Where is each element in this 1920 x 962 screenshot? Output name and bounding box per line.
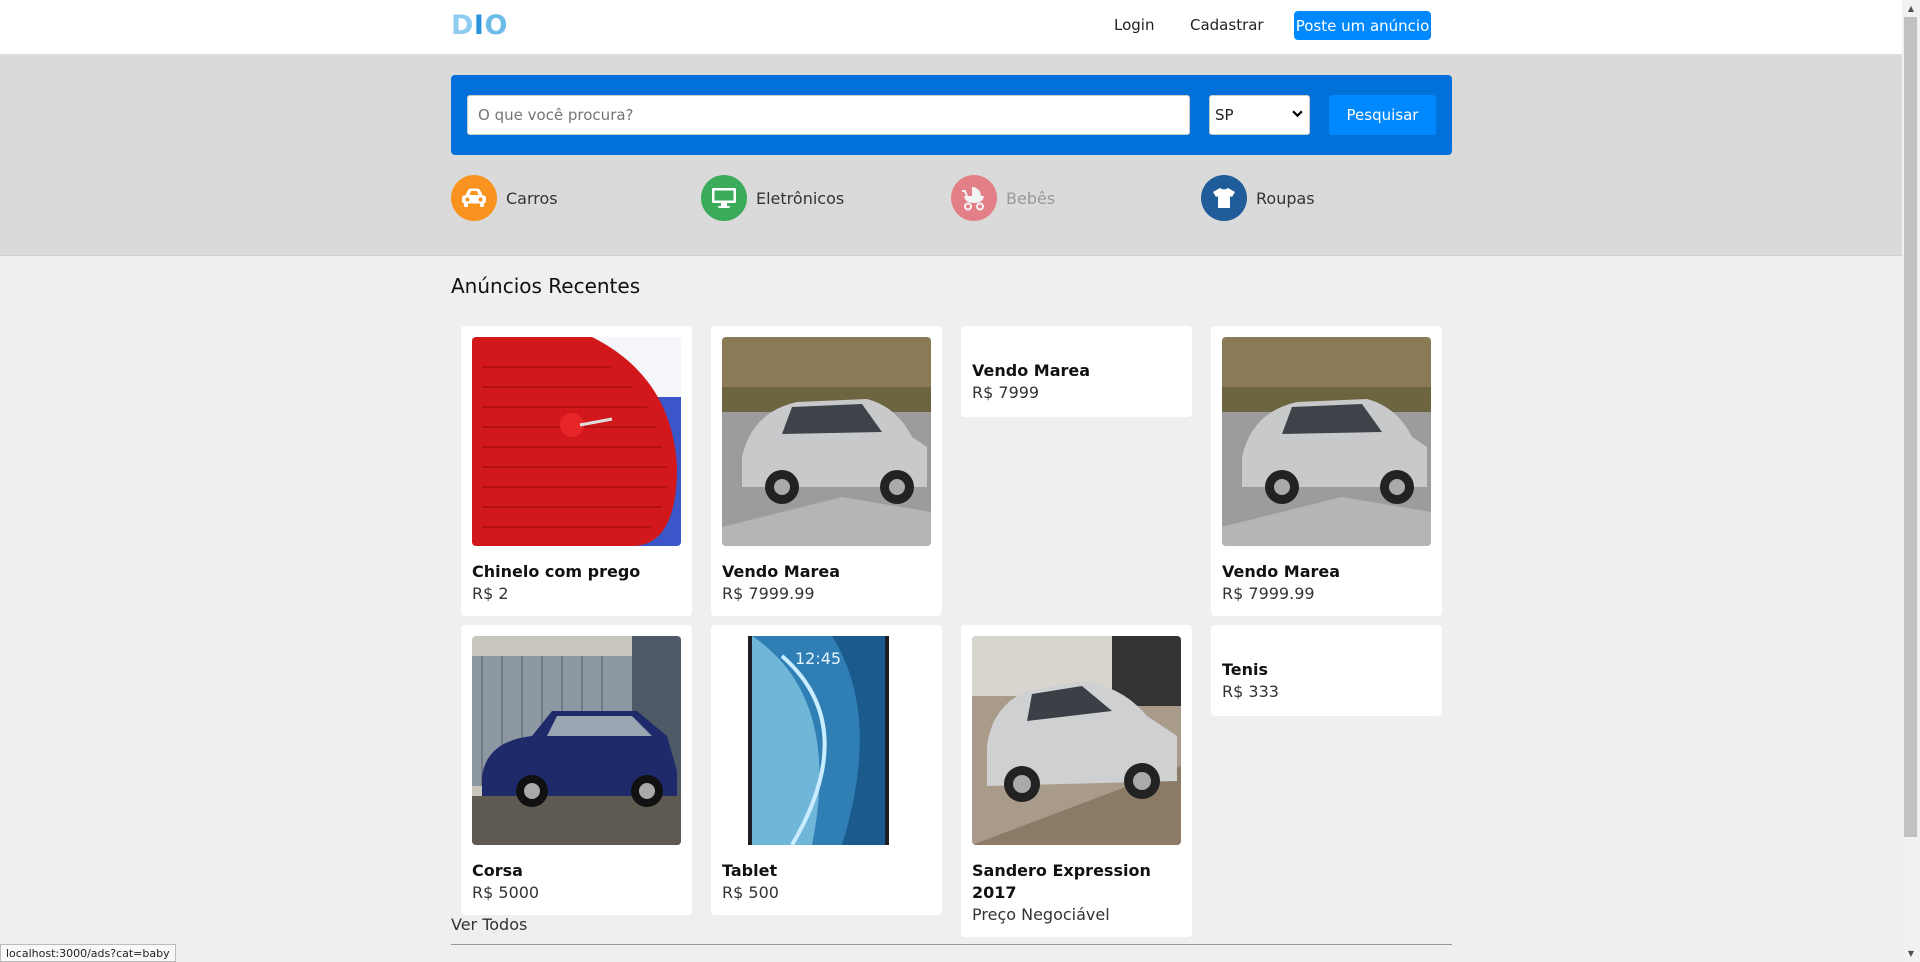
state-select-value: SP (1215, 106, 1234, 124)
ad-card[interactable]: 12:45 Tablet R$ 500 (711, 625, 942, 915)
category-label: Carros (506, 188, 558, 208)
category-babies[interactable]: Bebês (951, 175, 1055, 221)
stroller-icon (951, 175, 997, 221)
see-all-link[interactable]: Ver Todos (451, 915, 527, 934)
scroll-down-arrow-icon[interactable]: ▼ (1902, 945, 1920, 962)
category-label: Eletrônicos (756, 188, 845, 208)
ad-card[interactable]: Vendo Marea R$ 7999.99 (711, 326, 942, 616)
shirt-icon (1201, 175, 1247, 221)
chevron-down-icon (1292, 107, 1303, 123)
ad-title: Tenis (1222, 660, 1269, 679)
ad-card[interactable]: Vendo Marea R$ 7999.99 (1211, 326, 1442, 616)
ad-card[interactable]: Vendo Marea R$ 7999 (961, 326, 1192, 417)
ad-title: Tablet (722, 861, 778, 880)
logo-letter-o: O (484, 10, 508, 41)
category-clothes[interactable]: Roupas (1201, 175, 1315, 221)
svg-text:12:45: 12:45 (795, 649, 841, 668)
signup-link[interactable]: Cadastrar (1190, 16, 1264, 34)
divider (451, 944, 1452, 945)
ad-price: Preço Negociável (972, 905, 1110, 924)
ad-price: R$ 7999.99 (1222, 584, 1315, 603)
state-select[interactable]: SP (1209, 95, 1310, 135)
ad-title: Vendo Marea (972, 361, 1091, 380)
ad-image (722, 337, 931, 546)
logo[interactable]: DIO (451, 10, 508, 41)
monitor-icon (701, 175, 747, 221)
top-header: DIO Login Cadastrar Poste um anúncio (0, 0, 1902, 55)
logo-letter-d: D (451, 10, 474, 41)
search-box: SP Pesquisar (451, 75, 1452, 155)
vertical-scrollbar[interactable]: ▲ ▼ (1902, 0, 1920, 962)
ad-title: Corsa (472, 861, 523, 880)
ad-price: R$ 2 (472, 584, 509, 603)
category-label: Bebês (1006, 188, 1056, 208)
ad-price: R$ 5000 (472, 883, 540, 902)
ad-price: R$ 333 (1222, 682, 1279, 701)
ad-title: Vendo Marea (1222, 562, 1341, 581)
ad-price: R$ 7999 (972, 383, 1040, 402)
scrollbar-thumb[interactable] (1904, 17, 1917, 837)
ad-title: Chinelo com prego (472, 562, 641, 581)
search-input[interactable] (467, 95, 1190, 135)
post-ad-button[interactable]: Poste um anúncio (1294, 11, 1431, 40)
ad-price: R$ 500 (722, 883, 779, 902)
search-button[interactable]: Pesquisar (1329, 95, 1436, 135)
ad-title: Sandero Expression 2017 (972, 861, 1151, 902)
ad-image (472, 636, 681, 845)
ad-image (972, 636, 1181, 845)
ad-image (1222, 337, 1431, 546)
ad-title: Vendo Marea (722, 562, 841, 581)
ad-card[interactable]: Corsa R$ 5000 (461, 625, 692, 915)
search-section: SP Pesquisar Carros (0, 55, 1902, 256)
category-cars[interactable]: Carros (451, 175, 558, 221)
ad-image: 12:45 (722, 636, 931, 845)
login-link[interactable]: Login (1114, 16, 1154, 34)
ad-price: R$ 7999.99 (722, 584, 815, 603)
browser-status-bar: localhost:3000/ads?cat=baby (0, 944, 176, 962)
scroll-up-arrow-icon[interactable]: ▲ (1902, 0, 1920, 17)
category-label: Roupas (1256, 188, 1315, 208)
logo-letter-i: I (473, 10, 485, 41)
ad-card[interactable]: Chinelo com prego R$ 2 (461, 326, 692, 616)
ad-card[interactable]: Sandero Expression 2017 Preço Negociável (961, 625, 1192, 937)
ad-image (472, 337, 681, 546)
ad-card[interactable]: Tenis R$ 333 (1211, 625, 1442, 716)
car-icon (451, 175, 497, 221)
category-electronics[interactable]: Eletrônicos (701, 175, 844, 221)
recent-ads-title: Anúncios Recentes (451, 274, 641, 298)
